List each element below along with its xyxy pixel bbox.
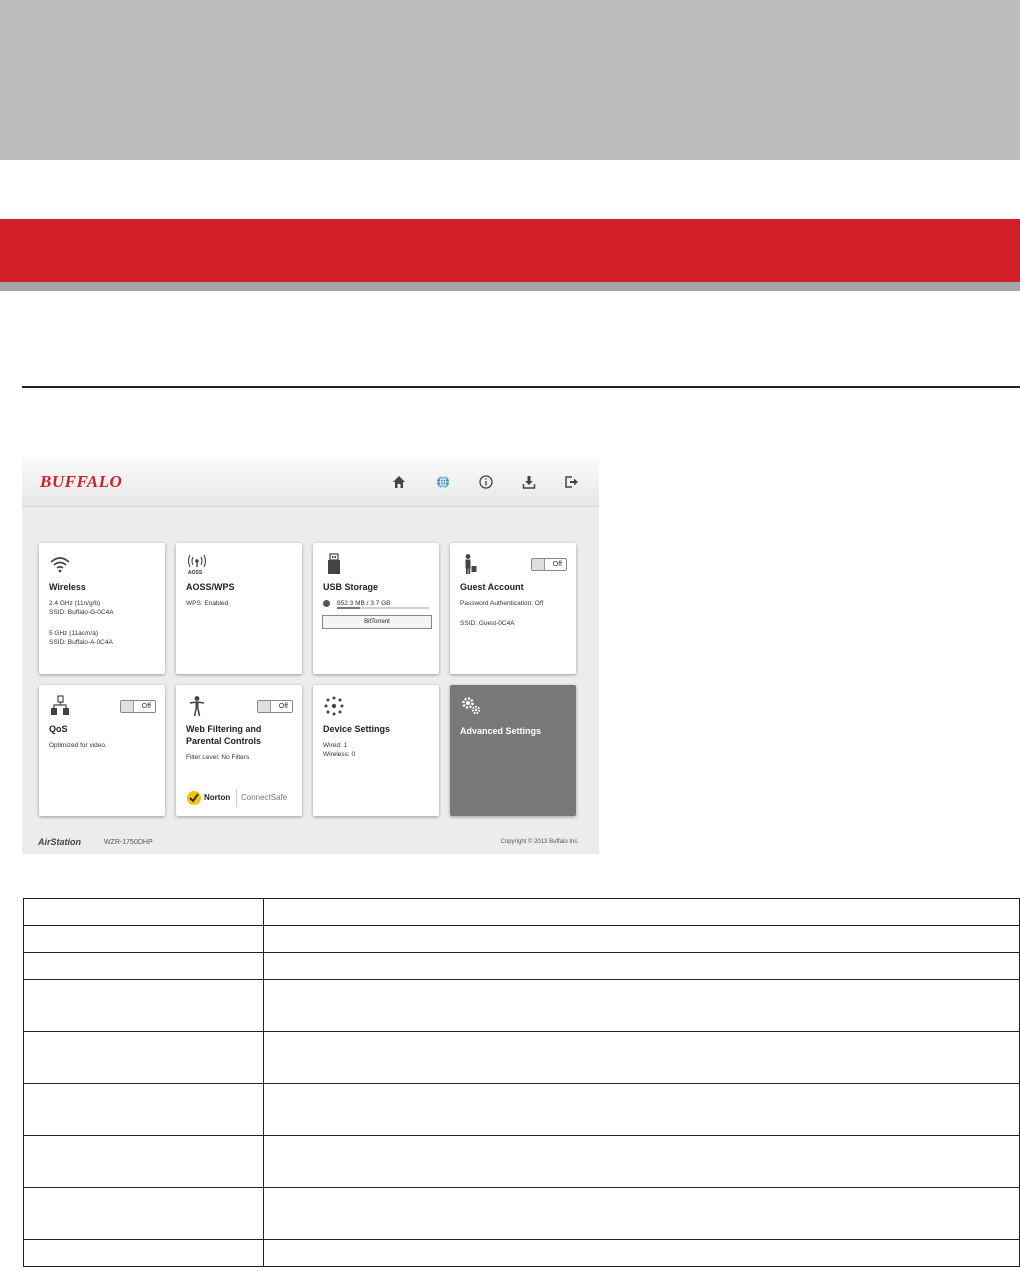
qos-mode: Optimized for video. (49, 742, 107, 749)
red-band-shadow (0, 282, 1020, 291)
wireless-band-5: 5 GHz (11ac/n/a) (49, 630, 99, 637)
info-icon[interactable] (476, 472, 496, 492)
device-title: Device Settings (323, 724, 391, 734)
router-ui-screenshot: BUFFALO Wireless 2.4 GHz (11n/g/b) SSID:… (22, 458, 599, 854)
web-filter-title-line1: Web Filtering and (186, 724, 262, 734)
connectsafe-label: ConnectSafe (241, 793, 288, 802)
table-cell (263, 1187, 1020, 1240)
table-row (23, 1083, 1020, 1136)
usage-info-icon (323, 600, 330, 607)
usb-drive-icon (328, 553, 340, 574)
guest-ssid: SSID: Guest-0C4A (460, 620, 515, 627)
table-row (23, 1239, 1020, 1267)
qos-tile[interactable]: Off QoS Optimized for video. (39, 685, 165, 816)
web-filtering-tile[interactable]: Off Web Filtering and Parental Controls … (176, 685, 302, 816)
table-cell (263, 1239, 1020, 1267)
red-header-band (0, 219, 1020, 282)
web-filter-toggle[interactable]: Off (257, 700, 293, 713)
wireless-ssid-24: SSID: Buffalo-G-0C4A (49, 609, 114, 616)
norton-check-icon (187, 791, 201, 805)
wps-status: WPS: Enabled (186, 600, 229, 607)
qos-title: QoS (49, 724, 68, 734)
table-row (23, 1031, 1020, 1084)
copyright: Copyright © 2013 Buffalo Inc. (500, 839, 579, 845)
wireless-ssid-5: SSID: Buffalo-A-0C4A (49, 639, 113, 646)
app-header: BUFFALO (22, 458, 599, 507)
table-cell (263, 1135, 1020, 1188)
table-row (23, 1135, 1020, 1188)
download-icon[interactable] (519, 472, 539, 492)
wireless-count: Wireless: 0 (323, 751, 356, 758)
table-cell (23, 979, 264, 1032)
web-filter-title: Web Filtering and Parental Controls (186, 723, 296, 747)
table-cell (263, 1031, 1020, 1084)
table-cell (23, 1135, 264, 1188)
aoss-title: AOSS/WPS (186, 582, 235, 592)
advanced-title: Advanced Settings (460, 726, 542, 736)
table-cell (23, 1239, 264, 1267)
table-cell (23, 952, 264, 980)
bittorrent-button[interactable]: BitTorrent (322, 615, 432, 629)
gears-icon (462, 697, 481, 715)
buffalo-logo: BUFFALO (40, 472, 123, 491)
guest-person-icon (465, 554, 477, 574)
table-row (23, 1187, 1020, 1240)
advanced-settings-tile[interactable]: Advanced Settings (450, 685, 576, 816)
qos-network-icon (51, 695, 69, 715)
qos-toggle[interactable]: Off (120, 700, 156, 713)
web-filter-title-line2: Parental Controls (186, 736, 262, 746)
table-row (23, 979, 1020, 1032)
logout-icon[interactable] (561, 472, 581, 492)
aoss-icon-caption: AOSS (188, 570, 203, 576)
norton-label: Norton (204, 793, 231, 802)
table-cell (263, 925, 1020, 953)
guest-toggle[interactable]: Off (531, 558, 567, 571)
table-cell (23, 1187, 264, 1240)
settings-table (23, 898, 1020, 1267)
table-row (23, 925, 1020, 953)
usb-usage-fill (337, 607, 360, 609)
table-cell (23, 898, 264, 926)
wireless-band-24: 2.4 GHz (11n/g/b) (49, 600, 101, 607)
wireless-tile[interactable]: Wireless 2.4 GHz (11n/g/b) SSID: Buffalo… (39, 543, 165, 674)
wifi-icon (50, 557, 70, 573)
guest-account-tile[interactable]: Off Guest Account Password Authenticatio… (450, 543, 576, 674)
filter-level: Filter Level: No Filters (186, 754, 250, 761)
top-gray-band (0, 0, 1020, 160)
norton-connectsafe-logo: Norton ConnectSafe (186, 788, 294, 808)
home-icon[interactable] (389, 472, 409, 492)
table-cell (23, 925, 264, 953)
wireless-title: Wireless (49, 582, 86, 592)
device-dots-icon (324, 696, 344, 716)
table-cell (263, 952, 1020, 980)
guest-title: Guest Account (460, 582, 524, 592)
section-divider (22, 386, 1020, 388)
child-icon (189, 696, 205, 717)
device-settings-tile[interactable]: Device Settings Wired: 1 Wireless: 0 (313, 685, 439, 816)
table-cell (263, 979, 1020, 1032)
table-cell (263, 898, 1020, 926)
airstation-logo: AirStation (38, 837, 82, 847)
table-cell (23, 1083, 264, 1136)
usb-storage-tile[interactable]: USB Storage 952.3 MB / 3.7 GB BitTorrent (313, 543, 439, 674)
usb-title: USB Storage (323, 582, 379, 592)
table-row (23, 952, 1020, 980)
table-cell (23, 1031, 264, 1084)
wired-count: Wired: 1 (323, 742, 348, 749)
usb-usage-bar (337, 607, 429, 609)
model-number: WZR-1750DHP (104, 839, 153, 846)
aoss-wps-tile[interactable]: AOSS AOSS/WPS WPS: Enabled (176, 543, 302, 674)
table-cell (263, 1083, 1020, 1136)
guest-password-auth: Password Authentication: Off (460, 600, 544, 607)
globe-icon[interactable] (433, 472, 453, 492)
table-row (23, 898, 1020, 926)
